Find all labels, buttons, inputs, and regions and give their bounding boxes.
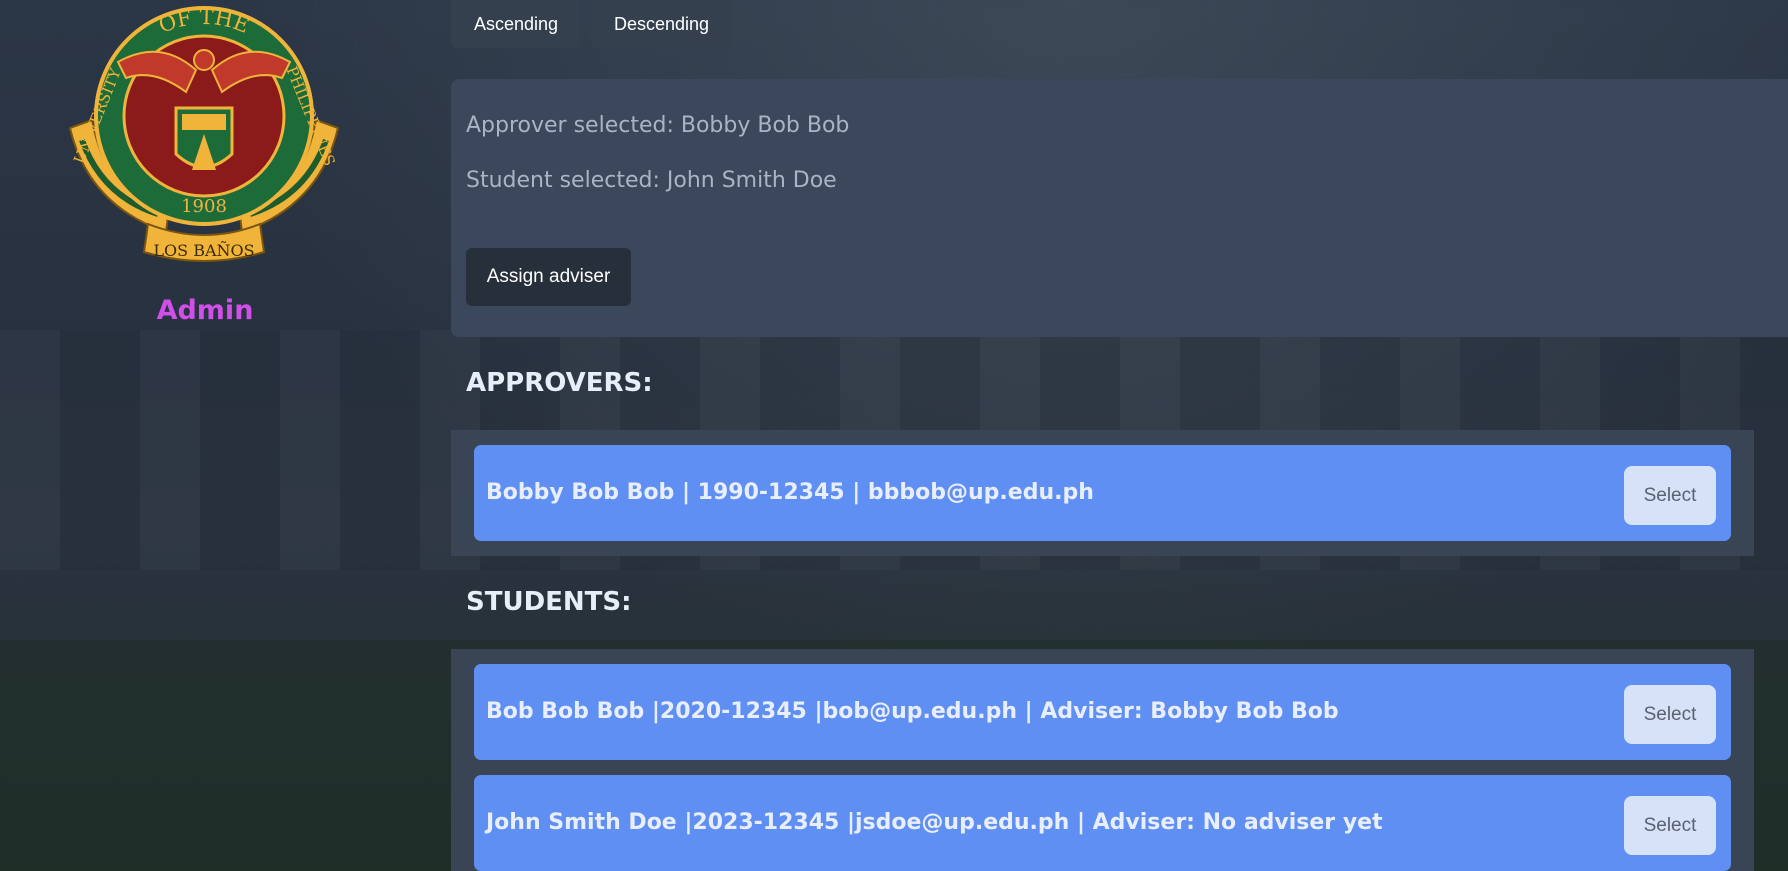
sort-ascending-button[interactable]: Ascending: [451, 0, 581, 48]
students-heading: STUDENTS:: [466, 587, 632, 617]
list-item: Bob Bob Bob |2020-12345 |bob@up.edu.ph |…: [474, 664, 1731, 760]
main-content: Ascending Descending Approver selected: …: [451, 0, 1788, 871]
student-info: John Smith Doe |2023-12345 |jsdoe@up.edu…: [486, 810, 1383, 835]
select-student-button[interactable]: Select: [1624, 796, 1716, 855]
sidebar: OF THE UNIVERSITY PHILIPPINES 1908 LOS B…: [0, 0, 410, 871]
approvers-heading: APPROVERS:: [466, 368, 653, 398]
student-info: Bob Bob Bob |2020-12345 |bob@up.edu.ph |…: [486, 699, 1339, 724]
approver-info: Bobby Bob Bob | 1990-12345 | bbbob@up.ed…: [486, 480, 1094, 505]
list-item: Bobby Bob Bob | 1990-12345 | bbbob@up.ed…: [474, 445, 1731, 541]
selected-approver-text: Approver selected: Bobby Bob Bob: [466, 113, 850, 138]
select-student-button[interactable]: Select: [1624, 685, 1716, 744]
assign-adviser-button[interactable]: Assign adviser: [466, 248, 631, 306]
user-role-label: Admin: [156, 295, 254, 326]
university-seal-logo: OF THE UNIVERSITY PHILIPPINES 1908 LOS B…: [68, 5, 340, 262]
seal-year: 1908: [181, 196, 227, 217]
selected-student-text: Student selected: John Smith Doe: [466, 168, 837, 193]
seal-ribbon-text: LOS BAÑOS: [153, 240, 254, 260]
students-list: Bob Bob Bob |2020-12345 |bob@up.edu.ph |…: [451, 649, 1754, 871]
sort-descending-button[interactable]: Descending: [591, 0, 732, 48]
approvers-list: Bobby Bob Bob | 1990-12345 | bbbob@up.ed…: [451, 430, 1754, 556]
list-item: John Smith Doe |2023-12345 |jsdoe@up.edu…: [474, 775, 1731, 871]
select-approver-button[interactable]: Select: [1624, 466, 1716, 525]
